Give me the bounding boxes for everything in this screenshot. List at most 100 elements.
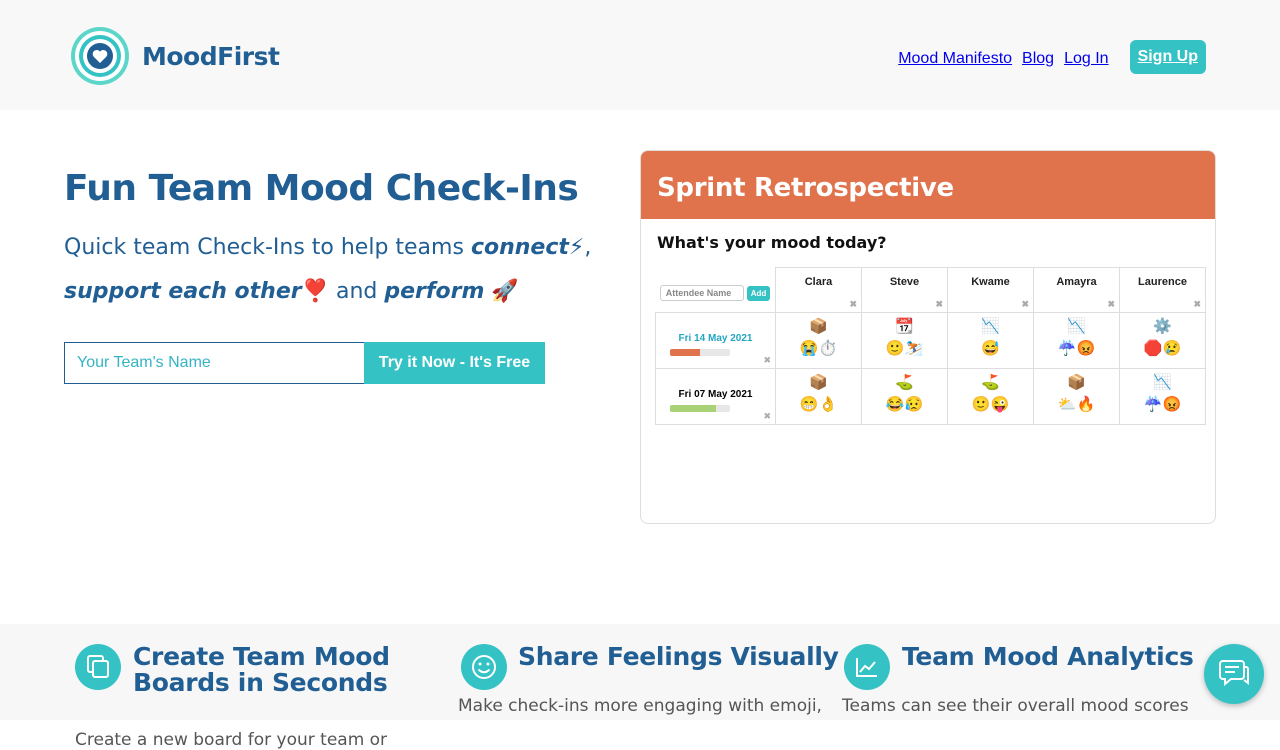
mood-emoji-bottom: 😅 [981,340,1000,357]
mood-score-fill [670,405,717,412]
preview-header: Sprint Retrospective [641,151,1215,219]
try-it-now-button[interactable]: Try it Now - It's Free [364,342,545,384]
site-header: MoodFirst Mood Manifesto Blog Log In Sig… [0,0,1280,110]
lightning-emoji: ⚡ [568,235,585,260]
mood-emoji-top: 📉 [1153,374,1172,391]
mood-emoji-top: 📆 [895,318,914,335]
attendee-add-cell: Attendee Name Add [655,267,776,313]
hero-subtitle: Quick team Check-Ins to help teams conne… [64,226,624,314]
mood-emoji-top: ⚙️ [1153,318,1172,335]
person-name: Amayra [1056,276,1097,288]
mood-cell[interactable]: ⚙️ 🛑😢 [1120,313,1206,369]
team-signup-form: Try it Now - It's Free [64,342,545,384]
person-name: Kwame [971,276,1010,288]
mood-grid: Attendee Name Add Clara ✖ Steve ✖ Kwame ✖ A… [655,267,1206,425]
mood-emoji-bottom: ☔😡 [1143,396,1182,413]
hero-sub-perform: perform [384,279,485,304]
mood-emoji-bottom: ⛅🔥 [1057,396,1096,413]
hero-sub-support: support each other [64,279,302,304]
smiley-icon [461,644,507,690]
checkin-date: Fri 14 May 2021 [678,333,753,344]
person-name: Clara [804,276,833,288]
mood-emoji-top: ⛳ [895,374,914,391]
mood-emoji-bottom: 😁👌 [799,396,838,413]
feature-text: Teams can see their overall mood scores [842,696,1189,716]
remove-person-icon[interactable]: ✖ [935,299,943,310]
attendee-adder: Attendee Name Add [659,285,771,301]
trend-chart-icon [844,644,890,690]
person-column-laurence: Laurence ✖ [1120,267,1206,313]
chat-bubble-icon [1204,660,1264,708]
mood-emoji-top: 📦 [809,374,828,391]
copy-icon [75,644,121,690]
checkin-date-cell: Fri 14 May 2021 ✖ [655,313,776,369]
mood-emoji-bottom: 🙂😜 [971,396,1010,413]
mood-emoji-bottom: 😭⏱️ [799,340,838,357]
feature-text: Make check-ins more engaging with emoji, [458,696,822,716]
mood-emoji-top: 📦 [809,318,828,335]
mood-emoji-bottom: 🛑😢 [1143,340,1182,357]
person-column-clara: Clara ✖ [776,267,862,313]
mood-emoji-bottom: 🙂⛷️ [885,340,924,357]
remove-person-icon[interactable]: ✖ [849,299,857,310]
team-name-input[interactable] [64,342,364,384]
remove-checkin-icon[interactable]: ✖ [763,355,771,366]
feature-title: Share Feelings Visually [518,642,839,671]
mood-score-fill [670,349,700,356]
mood-emoji-bottom: 😂😥 [885,396,924,413]
hero-sub-comma: , [584,235,592,260]
nav-mood-manifesto[interactable]: Mood Manifesto [898,50,1012,68]
mood-cell[interactable]: 📦 😭⏱️ [776,313,862,369]
heart-target-logo-icon [70,26,130,86]
attendee-name-input[interactable]: Attendee Name [659,285,744,301]
preview-question: What's your mood today? [657,233,887,252]
checkin-row: Fri 07 May 2021 ✖ 📦 😁👌 ⛳ 😂😥 ⛳ 🙂😜 📦 ⛅🔥 📉 ☔😡 [655,369,1206,425]
checkin-date: Fri 07 May 2021 [678,389,753,400]
mood-emoji-top: 📉 [1067,318,1086,335]
remove-person-icon[interactable]: ✖ [1021,299,1029,310]
mood-emoji-top: 📦 [1067,374,1086,391]
person-column-amayra: Amayra ✖ [1034,267,1120,313]
hero-sub-text: Quick team Check-Ins to help teams [64,235,471,260]
top-nav: Mood Manifesto Blog Log In Sign Up [888,40,1206,74]
mood-cell[interactable]: 📦 ⛅🔥 [1034,369,1120,425]
mood-cell[interactable]: 📉 ☔😡 [1034,313,1120,369]
preview-title: Sprint Retrospective [657,173,954,203]
mood-emoji-top: 📉 [981,318,1000,335]
feature-title: Create Team Mood Boards in Seconds [133,642,390,697]
nav-blog[interactable]: Blog [1022,50,1054,68]
mood-emoji-top: ⛳ [981,374,1000,391]
mood-cell[interactable]: 📉 😅 [948,313,1034,369]
remove-person-icon[interactable]: ✖ [1107,299,1115,310]
feature-text: Create a new board for your team or [75,730,388,750]
add-attendee-button[interactable]: Add [746,285,771,301]
mood-cell[interactable]: 📉 ☔😡 [1120,369,1206,425]
chat-widget-button[interactable] [1204,644,1264,704]
checkin-row: Fri 14 May 2021 ✖ 📦 😭⏱️ 📆 🙂⛷️ 📉 😅 📉 ☔😡 ⚙️ 🛑😢 [655,313,1206,369]
mood-score-bar [670,349,730,356]
mood-cell[interactable]: 📆 🙂⛷️ [862,313,948,369]
remove-checkin-icon[interactable]: ✖ [763,411,771,422]
remove-person-icon[interactable]: ✖ [1193,299,1201,310]
sprint-retro-preview: Sprint Retrospective What's your mood to… [640,150,1216,524]
mood-cell[interactable]: ⛳ 😂😥 [862,369,948,425]
rocket-emoji: 🚀 [491,279,519,304]
nav-login[interactable]: Log In [1064,50,1108,68]
mood-cell[interactable]: 📦 😁👌 [776,369,862,425]
person-name: Laurence [1138,276,1187,288]
signup-button[interactable]: Sign Up [1129,40,1206,74]
mood-grid-header-row: Attendee Name Add Clara ✖ Steve ✖ Kwame ✖ A… [655,267,1206,313]
checkin-date-cell: Fri 07 May 2021 ✖ [655,369,776,425]
feature-title: Team Mood Analytics [902,642,1194,671]
hero-sub-connect: connect [470,235,569,260]
brand-logo[interactable]: MoodFirst [70,26,280,86]
person-name: Steve [889,276,920,288]
mood-cell[interactable]: ⛳ 🙂😜 [948,369,1034,425]
brand-name: MoodFirst [142,41,280,71]
heart-emoji: ❣️ [301,279,329,304]
person-column-steve: Steve ✖ [862,267,948,313]
mood-score-bar [670,405,730,412]
hero-title: Fun Team Mood Check-Ins [64,168,579,209]
mood-emoji-bottom: ☔😡 [1057,340,1096,357]
person-column-kwame: Kwame ✖ [948,267,1034,313]
